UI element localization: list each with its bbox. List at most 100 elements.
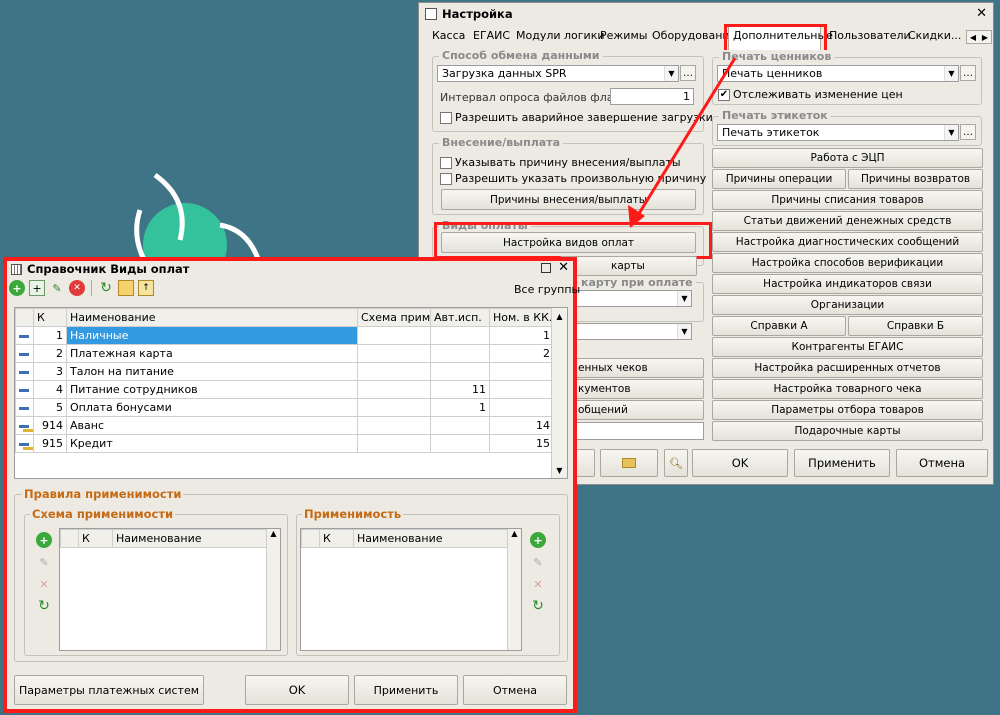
row-auto[interactable]: 11 <box>430 380 490 399</box>
col-name-header[interactable]: Наименование <box>66 308 358 327</box>
row-num[interactable] <box>489 398 554 417</box>
tab-users[interactable]: Пользователи <box>829 29 911 42</box>
tab-modes[interactable]: Режимы <box>600 29 647 42</box>
tab-scroll-arrows[interactable]: ◀ ▶ <box>966 30 992 44</box>
add-icon[interactable]: + <box>530 532 546 548</box>
row-icon[interactable] <box>15 344 34 363</box>
row-code[interactable]: 5 <box>33 398 67 417</box>
return-reasons-button[interactable]: Причины возвратов <box>848 169 983 189</box>
chevron-down-icon[interactable]: ▼ <box>677 324 691 339</box>
messages-button[interactable]: общений <box>560 400 704 420</box>
chevron-down-icon[interactable]: ▼ <box>677 291 691 306</box>
row-num[interactable]: 2 <box>489 344 554 363</box>
chevron-down-icon[interactable]: ▼ <box>944 66 958 81</box>
delete-icon[interactable]: ✕ <box>36 576 52 592</box>
copy-icon[interactable]: + <box>29 280 45 296</box>
dialog-ok-button[interactable]: OK <box>245 675 349 705</box>
row-auto[interactable] <box>430 362 490 381</box>
row-icon[interactable] <box>15 362 34 381</box>
row-auto[interactable] <box>430 344 490 363</box>
row-name[interactable]: Платежная карта <box>66 344 358 363</box>
price-tags-more-button[interactable]: … <box>960 65 976 81</box>
references-a-button[interactable]: Справки А <box>712 316 846 336</box>
payment-systems-button[interactable]: Параметры платежных систем <box>14 675 204 705</box>
close-icon[interactable]: ✕ <box>558 260 569 275</box>
col-scheme-header[interactable]: Схема прим. <box>357 308 431 327</box>
row-num[interactable] <box>489 380 554 399</box>
organizations-button[interactable]: Организации <box>712 295 983 315</box>
row-scheme[interactable] <box>357 326 431 345</box>
row-num[interactable]: 15 <box>489 434 554 453</box>
tab-egais[interactable]: ЕГАИС <box>473 29 510 42</box>
allow-abort-box[interactable] <box>440 111 452 124</box>
table-row[interactable]: 1 Наличные 1 <box>15 326 554 345</box>
all-groups-label[interactable]: Все группы <box>514 283 580 296</box>
row-scheme[interactable] <box>357 344 431 363</box>
row-auto[interactable] <box>430 434 490 453</box>
cash-reason-box[interactable] <box>440 156 452 169</box>
product-filter-button[interactable]: Параметры отбора товаров <box>712 400 983 420</box>
row-code[interactable]: 4 <box>33 380 67 399</box>
row-auto[interactable]: 1 <box>430 398 490 417</box>
delete-icon[interactable]: ✕ <box>530 576 546 592</box>
gift-cards-button[interactable]: Подарочные карты <box>712 421 983 441</box>
col-auto-header[interactable]: Авт.исп. <box>430 308 490 327</box>
refresh-icon[interactable]: ↻ <box>98 280 114 296</box>
table-row[interactable]: 5 Оплата бонусами 1 <box>15 398 554 417</box>
col-code-header[interactable]: К <box>33 308 67 327</box>
dialog-cancel-button[interactable]: Отмена <box>463 675 567 705</box>
tab-logic-modules[interactable]: Модули логики <box>516 29 605 42</box>
col-num-header[interactable]: Ном. в КК... <box>489 308 554 327</box>
add-icon[interactable]: + <box>36 532 52 548</box>
table-scrollbar[interactable]: ▲ ▼ <box>551 308 567 478</box>
references-b-button[interactable]: Справки Б <box>848 316 983 336</box>
scheme-code-header[interactable]: К <box>78 529 113 548</box>
cash-arbitrary-box[interactable] <box>440 172 452 185</box>
settings-left-button[interactable] <box>575 449 595 477</box>
receipt-settings-button[interactable]: Настройка товарного чека <box>712 379 983 399</box>
refresh-icon[interactable]: ↻ <box>530 598 546 614</box>
row-code[interactable]: 914 <box>33 416 67 435</box>
table-row[interactable]: 4 Питание сотрудников 11 <box>15 380 554 399</box>
row-code[interactable]: 2 <box>33 344 67 363</box>
row-code[interactable]: 915 <box>33 434 67 453</box>
row-auto[interactable] <box>430 416 490 435</box>
documents-button[interactable]: кументов <box>560 379 704 399</box>
settings-apply-button[interactable]: Применить <box>794 449 890 477</box>
add-icon[interactable]: + <box>9 280 25 296</box>
row-num[interactable] <box>489 362 554 381</box>
hidden-field[interactable] <box>560 422 704 440</box>
maximize-icon[interactable] <box>541 263 551 273</box>
scheme-scrollbar[interactable]: ▲ <box>266 529 280 650</box>
tab-scroll-left-icon[interactable]: ◀ <box>970 33 976 42</box>
close-icon[interactable]: ✕ <box>976 6 987 21</box>
scheme-name-header[interactable]: Наименование <box>112 529 267 548</box>
table-row[interactable]: 2 Платежная карта 2 <box>15 344 554 363</box>
edit-icon[interactable]: ✎ <box>36 554 52 570</box>
extended-reports-button[interactable]: Настройка расширенных отчетов <box>712 358 983 378</box>
search-button[interactable]: 🔍︎ <box>664 449 688 477</box>
row-icon[interactable] <box>15 398 34 417</box>
row-icon[interactable] <box>15 380 34 399</box>
row-scheme[interactable] <box>357 434 431 453</box>
chevron-down-icon[interactable]: ▼ <box>944 125 958 140</box>
verification-methods-button[interactable]: Настройка способов верификации <box>712 253 983 273</box>
row-auto[interactable] <box>430 326 490 345</box>
folder-up-icon[interactable]: ↑ <box>138 280 154 296</box>
row-name[interactable]: Оплата бонусами <box>66 398 358 417</box>
row-name[interactable]: Наличные <box>66 326 358 345</box>
refresh-icon[interactable]: ↻ <box>36 598 52 614</box>
applic-code-header[interactable]: К <box>319 529 354 548</box>
egais-contractors-button[interactable]: Контрагенты ЕГАИС <box>712 337 983 357</box>
row-icon[interactable] <box>15 326 34 345</box>
row-code[interactable]: 1 <box>33 326 67 345</box>
applic-scrollbar[interactable]: ▲ <box>507 529 521 650</box>
settings-ok-button[interactable]: OK <box>692 449 788 477</box>
edit-icon[interactable]: ✎ <box>49 280 65 296</box>
row-scheme[interactable] <box>357 380 431 399</box>
row-num[interactable]: 14 <box>489 416 554 435</box>
link-indicators-button[interactable]: Настройка индикаторов связи <box>712 274 983 294</box>
applic-name-header[interactable]: Наименование <box>353 529 508 548</box>
tab-scroll-right-icon[interactable]: ▶ <box>982 33 988 42</box>
row-icon[interactable] <box>15 416 34 435</box>
